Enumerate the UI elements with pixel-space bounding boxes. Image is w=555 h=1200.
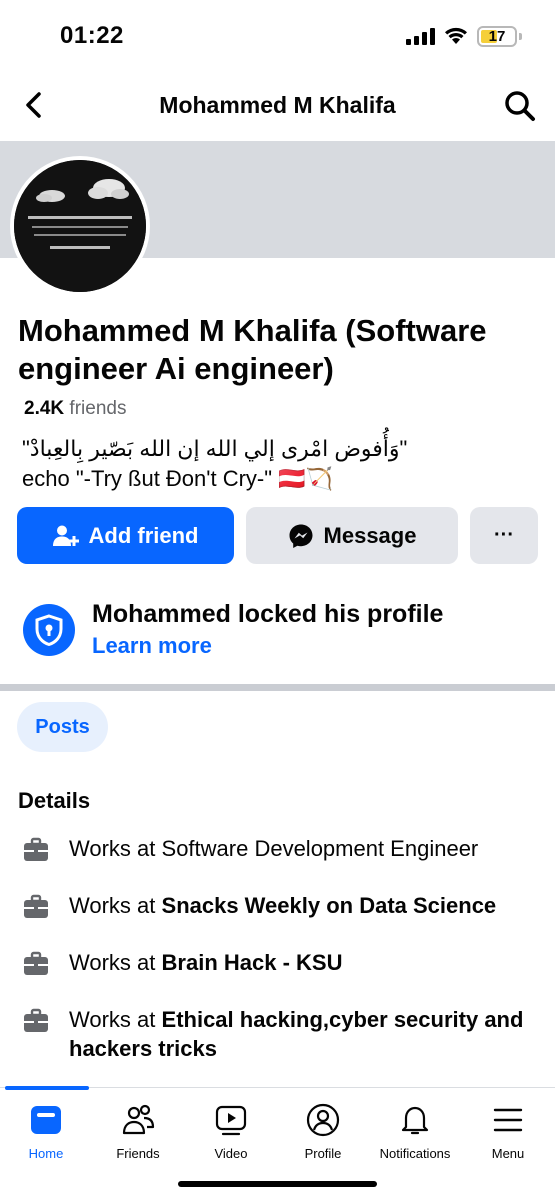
tab-label: Menu	[491, 1146, 525, 1161]
add-friend-label: Add friend	[88, 522, 199, 548]
work-item[interactable]: Works at Brain Hack - KSU	[22, 948, 542, 978]
work-item[interactable]: Works at Software Development Engineer	[22, 834, 542, 864]
cellular-signal-icon	[406, 28, 435, 45]
message-label: Message	[323, 522, 417, 548]
home-indicator	[178, 1181, 377, 1187]
top-nav: Mohammed M Khalifa	[0, 72, 555, 140]
briefcase-icon	[24, 837, 48, 861]
bio-line-2: echo "-Try ßut Đon't Cry-" 🇦🇹🏹	[22, 466, 333, 491]
friends-icon	[122, 1104, 155, 1135]
menu-icon	[493, 1108, 523, 1132]
briefcase-icon	[24, 951, 48, 975]
lock-shield-icon	[23, 604, 75, 656]
tab-label: Notifications	[379, 1146, 451, 1161]
more-dots-icon: ···	[494, 524, 514, 546]
bio-line-1: "وَأُفوض امْرى إلي الله إن الله بَصّير ب…	[22, 436, 408, 461]
work-text: Works at Ethical hacking,cyber security …	[69, 1007, 524, 1061]
profile-avatar[interactable]	[10, 156, 150, 296]
tab-menu[interactable]: Menu	[462, 1102, 554, 1161]
briefcase-icon	[24, 894, 48, 918]
bell-icon	[401, 1106, 429, 1135]
more-options-button[interactable]: ···	[470, 507, 538, 564]
wifi-icon	[445, 27, 467, 44]
profile-bio: "وَأُفوض امْرى إلي الله إن الله بَصّير ب…	[22, 434, 532, 494]
tab-notifications[interactable]: Notifications	[369, 1102, 461, 1161]
tab-video[interactable]: Video	[185, 1102, 277, 1161]
page-title: Mohammed M Khalifa	[159, 92, 396, 118]
avatar-image	[14, 160, 146, 292]
briefcase-icon	[24, 1008, 48, 1032]
status-time: 01:22	[60, 22, 124, 49]
work-item[interactable]: Works at Snacks Weekly on Data Science	[22, 891, 542, 921]
messenger-icon	[289, 524, 313, 548]
tab-label: Profile	[304, 1146, 342, 1161]
tab-home[interactable]: Home	[0, 1102, 92, 1161]
status-bar: 01:22 17	[0, 0, 555, 72]
battery-level: 17	[488, 28, 506, 45]
section-divider	[0, 684, 555, 691]
tab-label: Home	[28, 1146, 64, 1161]
profile-icon	[306, 1103, 340, 1137]
friends-number: 2.4K	[24, 398, 65, 419]
add-friend-icon	[52, 525, 79, 546]
tab-friends[interactable]: Friends	[92, 1102, 184, 1161]
message-button[interactable]: Message	[246, 507, 458, 564]
posts-tab[interactable]: Posts	[17, 702, 108, 752]
work-item[interactable]: Works at Ethical hacking,cyber security …	[22, 1005, 542, 1063]
work-text: Works at Snacks Weekly on Data Science	[69, 893, 497, 918]
details-heading: Details	[18, 788, 91, 813]
work-text: Works at Brain Hack - KSU	[69, 950, 343, 975]
friends-count[interactable]: 2.4K friends	[24, 398, 126, 420]
battery-icon: 17	[477, 26, 517, 47]
profile-name: Mohammed M Khalifa (Software engineer Ai…	[18, 313, 487, 386]
add-friend-button[interactable]: Add friend	[17, 507, 234, 564]
active-tab-indicator	[5, 1086, 89, 1090]
tab-label: Friends	[116, 1146, 160, 1161]
tab-label: Video	[214, 1146, 248, 1161]
learn-more-link[interactable]: Learn more	[92, 633, 212, 659]
friends-label: friends	[69, 398, 127, 419]
video-icon	[215, 1105, 247, 1136]
locked-profile-title: Mohammed locked his profile	[92, 600, 444, 628]
search-icon[interactable]	[502, 88, 538, 124]
tab-profile[interactable]: Profile	[277, 1102, 369, 1161]
work-text: Works at Software Development Engineer	[69, 836, 479, 861]
home-icon	[31, 1106, 61, 1134]
